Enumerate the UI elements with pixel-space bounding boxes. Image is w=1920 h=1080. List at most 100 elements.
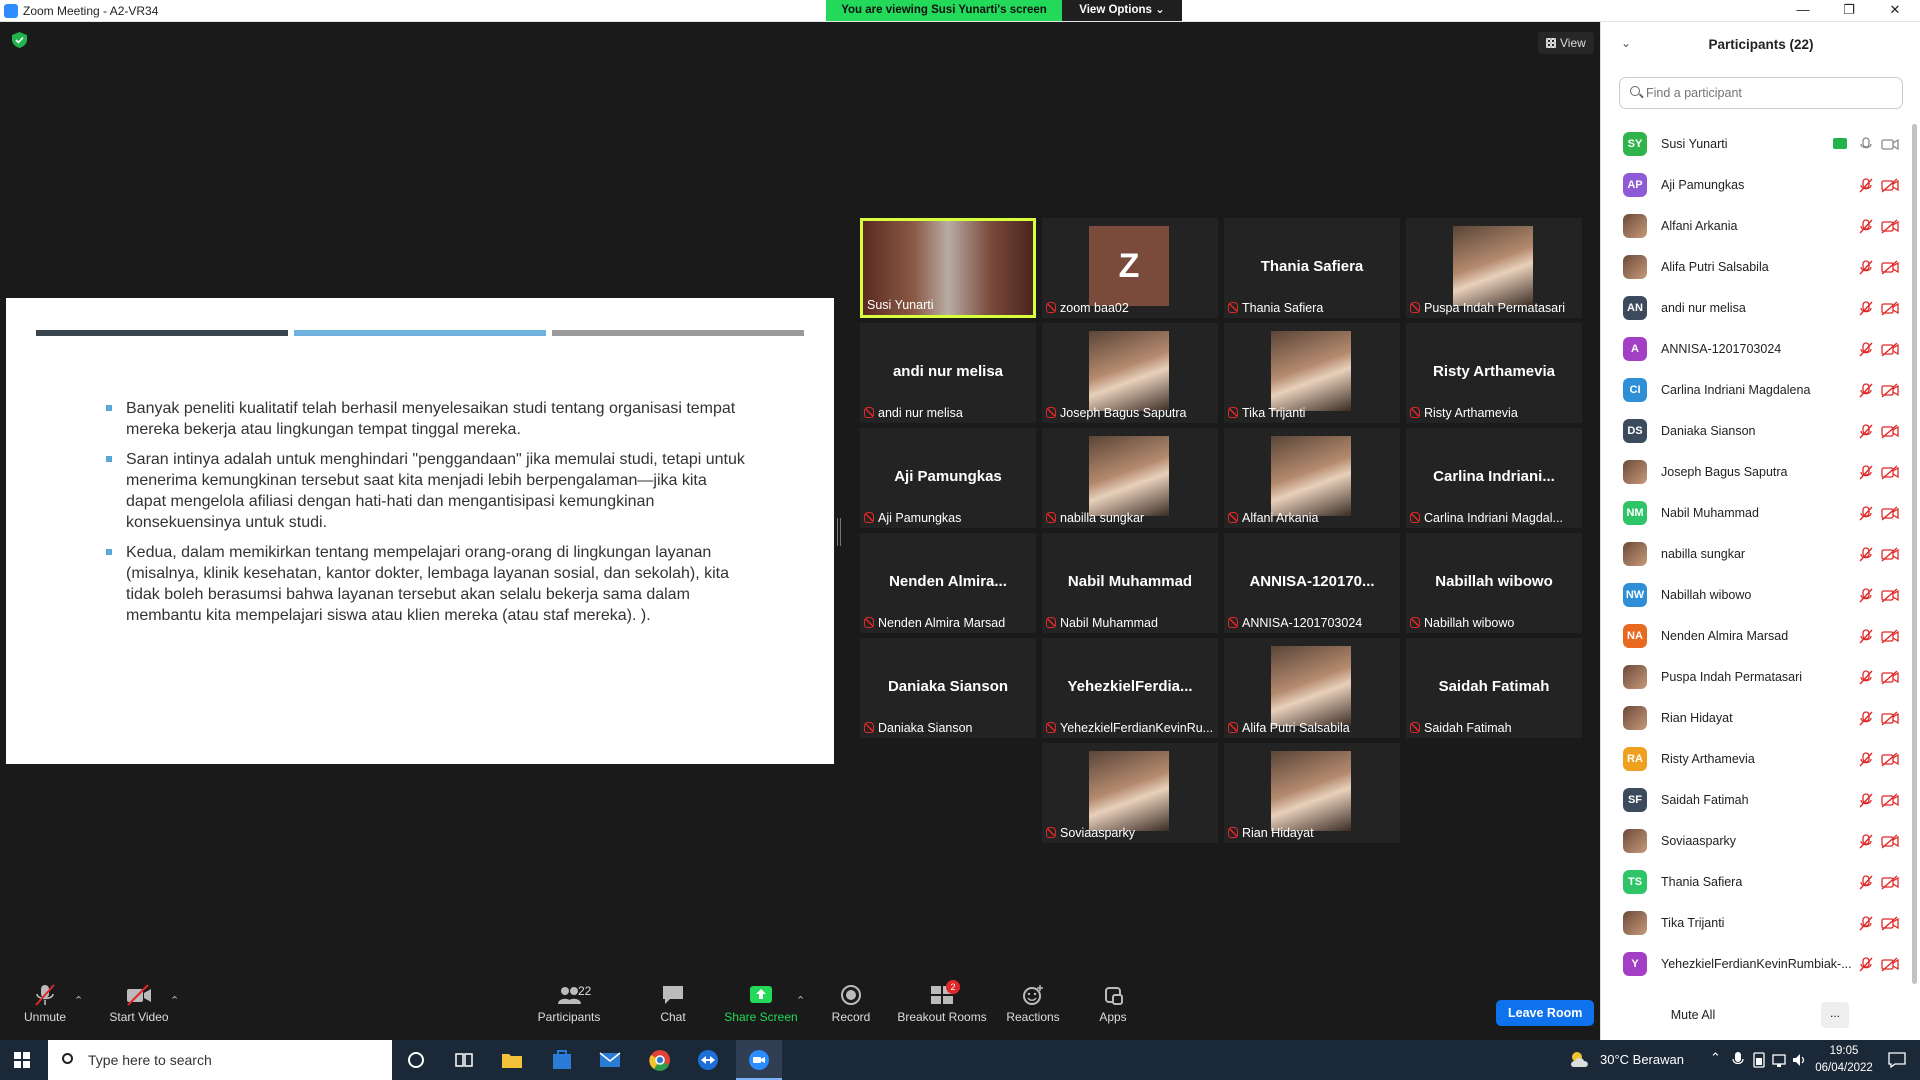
zoom-icon xyxy=(749,1050,769,1070)
apps-button[interactable]: Apps xyxy=(1068,984,1158,1024)
participant-row[interactable]: AN andi nur melisa xyxy=(1601,288,1911,329)
microphone-icon[interactable] xyxy=(1732,1052,1744,1068)
task-view-icon[interactable] xyxy=(452,1048,476,1072)
mic-muted-icon xyxy=(1410,407,1420,418)
zoom-taskbar-active[interactable] xyxy=(736,1040,782,1080)
participant-row[interactable]: Alfani Arkania xyxy=(1601,206,1911,247)
network-icon[interactable] xyxy=(1772,1052,1788,1068)
cortana-icon[interactable] xyxy=(404,1048,428,1072)
file-explorer-icon[interactable] xyxy=(500,1048,524,1072)
slide-bullet: Banyak peneliti kualitatif telah berhasi… xyxy=(106,398,746,440)
mic-muted-icon xyxy=(1859,219,1873,234)
microsoft-store-icon[interactable] xyxy=(550,1048,574,1072)
tile-caption: Puspa Indah Permatasari xyxy=(1410,301,1578,315)
volume-icon[interactable] xyxy=(1792,1052,1808,1068)
participant-row[interactable]: NW Nabillah wibowo xyxy=(1601,575,1911,616)
audio-options-caret[interactable]: ⌃ xyxy=(74,994,83,1007)
record-button[interactable]: Record xyxy=(806,984,896,1024)
video-tile[interactable]: Zzoom baa02 xyxy=(1042,218,1218,318)
participant-row[interactable]: RA Risty Arthamevia xyxy=(1601,739,1911,780)
video-tile[interactable]: Risty Arthamevia Risty Arthamevia xyxy=(1406,323,1582,423)
participant-row[interactable]: Tika Trijanti xyxy=(1601,903,1911,944)
video-tile[interactable]: ANNISA-120170... ANNISA-1201703024 xyxy=(1224,533,1400,633)
minimize-button[interactable]: — xyxy=(1780,0,1826,22)
participant-search[interactable] xyxy=(1619,77,1903,109)
mute-all-button[interactable]: Mute All xyxy=(1653,1002,1733,1028)
video-options-caret[interactable]: ⌃ xyxy=(170,994,179,1007)
leave-room-button[interactable]: Leave Room xyxy=(1496,1000,1595,1026)
participant-row[interactable]: Y YehezkielFerdianKevinRumbiak-... xyxy=(1601,944,1911,985)
more-options-button[interactable]: ... xyxy=(1821,1002,1849,1028)
taskbar-search[interactable]: Type here to search xyxy=(48,1040,392,1080)
tray-chevron-icon[interactable]: ⌃ xyxy=(1710,1050,1721,1066)
participant-row[interactable]: NM Nabil Muhammad xyxy=(1601,493,1911,534)
weather-text[interactable]: 30°C Berawan xyxy=(1600,1052,1684,1067)
video-tile[interactable]: nabilla sungkar xyxy=(1042,428,1218,528)
video-tile[interactable]: Aji Pamungkas Aji Pamungkas xyxy=(860,428,1036,528)
close-button[interactable]: ✕ xyxy=(1872,0,1918,22)
participant-row[interactable]: SY Susi Yunarti xyxy=(1601,124,1911,165)
video-tile[interactable]: Daniaka Sianson Daniaka Sianson xyxy=(860,638,1036,738)
video-tile[interactable]: Saidah Fatimah Saidah Fatimah xyxy=(1406,638,1582,738)
video-tile[interactable]: Tika Trijanti xyxy=(1224,323,1400,423)
resize-handle[interactable] xyxy=(837,518,841,546)
share-screen-button[interactable]: Share Screen xyxy=(716,984,806,1024)
video-off-icon xyxy=(1881,752,1899,767)
video-tile[interactable]: andi nur melisa andi nur melisa xyxy=(860,323,1036,423)
participant-row[interactable]: NA Nenden Almira Marsad xyxy=(1601,616,1911,657)
mic-muted-icon xyxy=(1859,178,1873,193)
share-options-caret[interactable]: ⌃ xyxy=(796,994,805,1007)
video-tile[interactable]: Alfani Arkania xyxy=(1224,428,1400,528)
view-options-button[interactable]: View Options ⌄ xyxy=(1062,0,1182,21)
participant-name: Nabillah wibowo xyxy=(1661,588,1752,602)
participant-row[interactable]: AP Aji Pamungkas xyxy=(1601,165,1911,206)
windows-start-icon[interactable] xyxy=(14,1052,30,1068)
participant-name: Rian Hidayat xyxy=(1661,711,1733,725)
participant-list-scrollbar[interactable] xyxy=(1912,124,1917,984)
teamviewer-icon[interactable] xyxy=(696,1048,720,1072)
participant-row[interactable]: A ANNISA-1201703024 xyxy=(1601,329,1911,370)
breakout-rooms-button[interactable]: 2 Breakout Rooms xyxy=(896,980,988,1024)
video-tile[interactable]: YehezkielFerdia... YehezkielFerdianKevinR… xyxy=(1042,638,1218,738)
video-tile[interactable]: Susi Yunarti xyxy=(860,218,1036,318)
mic-muted-icon xyxy=(1228,407,1238,418)
chrome-icon[interactable] xyxy=(648,1048,672,1072)
participant-name: Soviaasparky xyxy=(1060,826,1136,840)
video-tile[interactable]: Soviaasparky xyxy=(1042,743,1218,843)
notifications-icon[interactable] xyxy=(1888,1052,1906,1068)
video-tile[interactable]: Rian Hidayat xyxy=(1224,743,1400,843)
participant-row[interactable]: SF Saidah Fatimah xyxy=(1601,780,1911,821)
participant-row[interactable]: Puspa Indah Permatasari xyxy=(1601,657,1911,698)
video-off-icon xyxy=(1881,957,1899,972)
view-button[interactable]: View xyxy=(1538,32,1594,54)
video-tile[interactable]: Nenden Almira... Nenden Almira Marsad xyxy=(860,533,1036,633)
mail-icon[interactable] xyxy=(598,1048,622,1072)
video-tile[interactable]: Nabillah wibowo Nabillah wibowo xyxy=(1406,533,1582,633)
participant-name: Carlina Indriani Magdal... xyxy=(1424,511,1563,525)
video-tile[interactable]: Puspa Indah Permatasari xyxy=(1406,218,1582,318)
participant-row[interactable]: TS Thania Safiera xyxy=(1601,862,1911,903)
maximize-button[interactable]: ❐ xyxy=(1826,0,1872,22)
video-tile[interactable]: Carlina Indriani... Carlina Indriani Magd… xyxy=(1406,428,1582,528)
participant-row[interactable]: Soviaasparky xyxy=(1601,821,1911,862)
slide-bullet: Kedua, dalam memikirkan tentang mempelaj… xyxy=(106,542,746,626)
video-tile[interactable]: Joseph Bagus Saputra xyxy=(1042,323,1218,423)
participant-row[interactable]: Joseph Bagus Saputra xyxy=(1601,452,1911,493)
mic-muted-icon xyxy=(1859,547,1873,562)
taskbar-clock[interactable]: 19:05 06/04/2022 xyxy=(1808,1043,1880,1077)
participant-row[interactable]: Alifa Putri Salsabila xyxy=(1601,247,1911,288)
participant-search-input[interactable] xyxy=(1646,84,1896,102)
video-tile[interactable]: Alifa Putri Salsabila xyxy=(1224,638,1400,738)
video-tile[interactable]: Thania Safiera Thania Safiera xyxy=(1224,218,1400,318)
chat-button[interactable]: Chat xyxy=(628,984,718,1024)
participants-button[interactable]: 22 Participants xyxy=(524,984,614,1024)
participant-row[interactable]: nabilla sungkar xyxy=(1601,534,1911,575)
participant-row[interactable]: Rian Hidayat xyxy=(1601,698,1911,739)
video-icon xyxy=(1881,138,1899,151)
video-tile[interactable]: Nabil Muhammad Nabil Muhammad xyxy=(1042,533,1218,633)
tile-caption: Thania Safiera xyxy=(1228,301,1396,315)
participant-row[interactable]: DS Daniaka Sianson xyxy=(1601,411,1911,452)
battery-icon[interactable] xyxy=(1752,1052,1766,1068)
participant-row[interactable]: CI Carlina Indriani Magdalena xyxy=(1601,370,1911,411)
reactions-button[interactable]: Reactions xyxy=(988,984,1078,1024)
